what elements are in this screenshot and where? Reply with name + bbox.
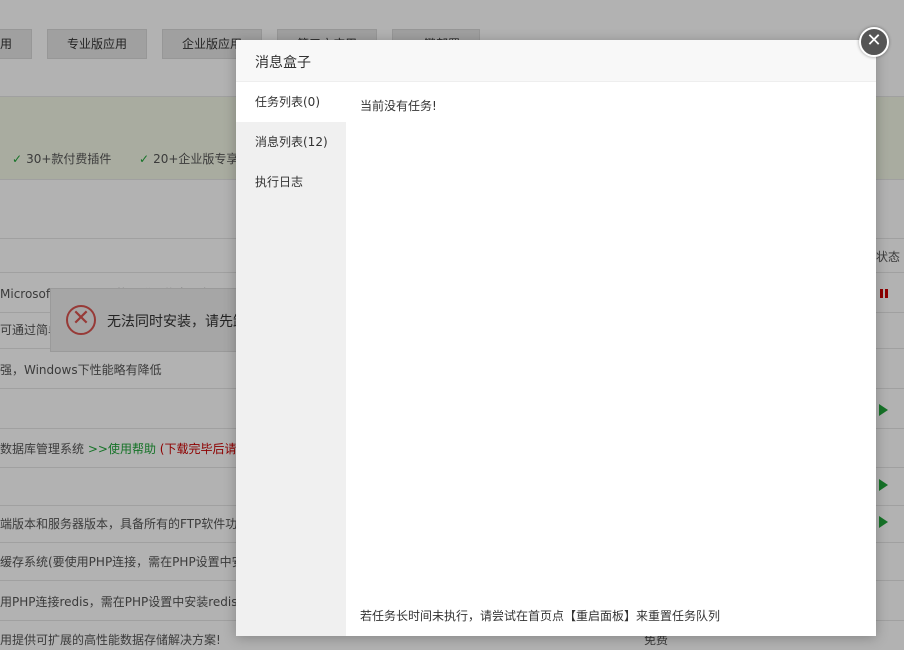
empty-task-message: 当前没有任务!: [360, 99, 437, 113]
task-queue-hint: 若任务长时间未执行，请尝试在首页点【重启面板】来重置任务队列: [360, 609, 721, 623]
dialog-sidebar: 任务列表(0) 消息列表(12) 执行日志: [236, 82, 346, 636]
tab-task-list[interactable]: 任务列表(0): [236, 82, 346, 122]
message-box-dialog: 消息盒子 任务列表(0) 消息列表(12) 执行日志 当前没有任务! 若任务长时…: [236, 40, 876, 636]
tab-message-list[interactable]: 消息列表(12): [236, 122, 346, 162]
close-icon[interactable]: ✕: [859, 27, 889, 57]
dialog-header: 消息盒子: [236, 40, 876, 82]
tab-execution-log[interactable]: 执行日志: [236, 162, 346, 202]
task-list-panel: 当前没有任务! 若任务长时间未执行，请尝试在首页点【重启面板】来重置任务队列: [346, 82, 876, 636]
dialog-title: 消息盒子: [255, 55, 311, 71]
